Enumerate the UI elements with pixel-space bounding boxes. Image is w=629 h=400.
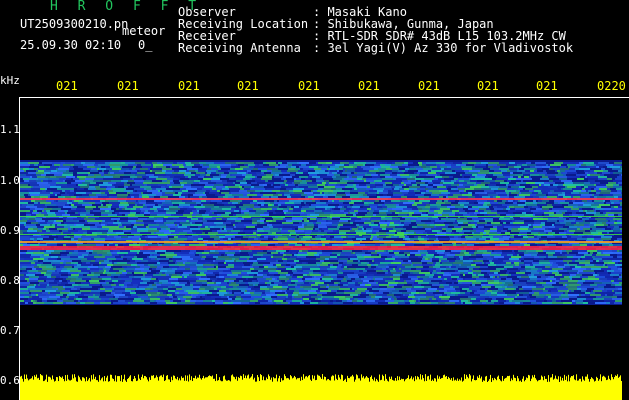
spectrum-row: [20, 178, 622, 180]
time-tick-8: 021: [477, 79, 499, 93]
spectrum-row: [20, 300, 622, 302]
spectrum-row: [20, 186, 622, 188]
spectrum-row: [20, 196, 622, 198]
plot-top-border: [20, 97, 629, 98]
spectrum-row: [20, 266, 622, 268]
spectrum-row: [20, 258, 622, 260]
spectrum-row: [20, 282, 622, 284]
spectrum-row: [20, 298, 622, 300]
spectrum-row: [20, 296, 622, 298]
time-tick-3: 021: [178, 79, 200, 93]
spectrum-row: [20, 278, 622, 280]
spectrum-row: [20, 194, 622, 196]
spectrum-row: [20, 252, 622, 254]
time-tick-2: 021: [117, 79, 139, 93]
spectrum-row: [20, 290, 622, 292]
spectrum-row: [20, 162, 622, 164]
spectrum-row: [20, 244, 622, 246]
spectrum-row: [20, 270, 622, 272]
spectrum-row: [20, 224, 622, 226]
spectrum-row: [20, 254, 622, 256]
spectrum-row: [20, 284, 622, 286]
noise-level-bars: [20, 374, 622, 400]
spectrum-row: [20, 232, 622, 234]
spectrum-row: [20, 180, 622, 182]
spectrum-row: [20, 204, 622, 206]
spectrum-row: [20, 264, 622, 266]
spectrum-row: [20, 280, 622, 282]
spectrum-row: [20, 292, 622, 294]
spectrum-row: [20, 218, 622, 220]
spectrum-row: [20, 238, 622, 240]
spectrum-row: [20, 256, 622, 258]
signal-line-5: [20, 234, 622, 235]
spectrum-row: [20, 166, 622, 168]
spectrum-row: [20, 184, 622, 186]
spectrum-row: [20, 202, 622, 204]
signal-line-3: [20, 241, 622, 243]
spectrum-row: [20, 288, 622, 290]
signal-line-1: [20, 198, 622, 200]
info-label-antenna: Receiving Antenna: [178, 41, 301, 55]
spectrum-row: [20, 190, 622, 192]
info-value-antenna: : 3el Yagi(V) Az 330 for Vladivostok: [313, 41, 574, 55]
time-tick-5: 021: [298, 79, 320, 93]
spectrum-row: [20, 210, 622, 212]
spectrum-row: [20, 228, 622, 230]
spectrum-row: [20, 226, 622, 228]
signal-line-4: [20, 216, 622, 217]
spectrum-row: [20, 268, 622, 270]
spectrum-row: [20, 214, 622, 216]
spectrum-row: [20, 206, 622, 208]
spectrogram: [20, 160, 622, 400]
spectrum-row: [20, 294, 622, 296]
spectrum-row: [20, 220, 622, 222]
signal-line-2: [20, 246, 622, 250]
spectrum-row: [20, 260, 622, 262]
time-tick-9: 021: [536, 79, 558, 93]
spectrum-row: [20, 286, 622, 288]
spectrum-row: [20, 176, 622, 178]
spectrum-row: [20, 230, 622, 232]
spectrum-row: [20, 272, 622, 274]
spectrum-row: [20, 274, 622, 276]
date-time: 25.09.30 02:10: [20, 38, 122, 52]
time-tick-4: 021: [237, 79, 259, 93]
spectrum-row: [20, 200, 622, 202]
spectrum-row: [20, 188, 622, 190]
spectrum-row: [20, 172, 622, 174]
file-name: UT2509300210.pn: [20, 17, 129, 31]
spectrum-row: [20, 174, 622, 176]
marker-text: 0_: [138, 38, 153, 52]
spectrum-row: [20, 262, 622, 264]
y-unit-label: kHz: [0, 74, 20, 87]
spectrum-row: [20, 208, 622, 210]
spectrum-row: [20, 302, 622, 304]
spectrum-row: [20, 222, 622, 224]
spectrum-row: [20, 276, 622, 278]
spectrum-row: [20, 212, 622, 214]
spectrum-row: [20, 170, 622, 172]
spectrum-row: [20, 192, 622, 194]
spectrum-row: [20, 236, 622, 238]
spectrum-row: [20, 164, 622, 166]
time-tick-7: 021: [418, 79, 440, 93]
time-tick-6: 021: [358, 79, 380, 93]
spectrum-row: [20, 182, 622, 184]
spectrum-row: [20, 168, 622, 170]
spectrum-row: [20, 250, 622, 252]
time-tick-1: 021: [56, 79, 78, 93]
file-suffix: meteor: [122, 24, 166, 38]
time-tick-10: 0220: [597, 79, 626, 93]
